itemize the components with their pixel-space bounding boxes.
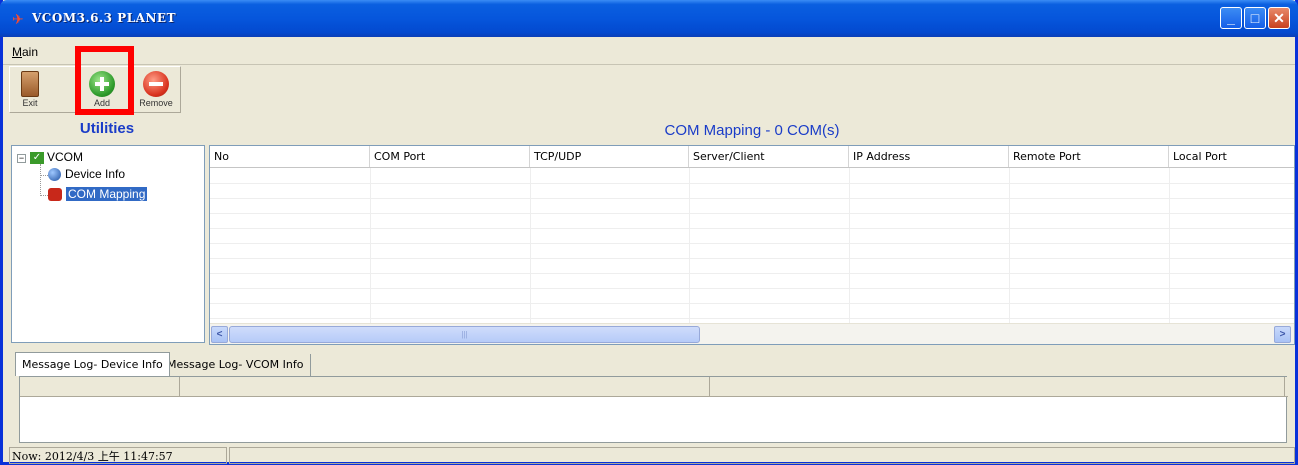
menu-bar: Main <box>3 37 1295 65</box>
plus-icon <box>89 71 115 97</box>
exit-button[interactable]: Exit <box>12 69 48 111</box>
log-column-header[interactable] <box>20 377 180 396</box>
grid-line <box>689 168 690 323</box>
toolbar: Exit Add Remove <box>9 66 181 113</box>
column-header-com-port[interactable]: COM Port <box>370 146 530 167</box>
status-now: Now: 2012/4/3 上午 11:47:57 <box>9 447 227 464</box>
tree-node-vcom[interactable]: ✓ VCOM <box>30 150 83 164</box>
horizontal-scrollbar[interactable]: < ||| > <box>210 323 1294 344</box>
table-body <box>210 168 1294 323</box>
menu-main-mnemonic: M <box>12 45 22 59</box>
tree-node-com-mapping-label: COM Mapping <box>66 187 148 201</box>
remove-label: Remove <box>139 98 173 108</box>
grid-line <box>1009 168 1010 323</box>
tree-connector <box>40 195 48 196</box>
grid-line <box>1169 168 1170 323</box>
grid-line <box>210 273 1294 274</box>
log-header <box>20 377 1288 397</box>
status-blank <box>229 447 1295 464</box>
tree-connector <box>40 175 48 176</box>
grid-line <box>210 243 1294 244</box>
com-mapping-icon <box>48 188 62 202</box>
column-header-server-client[interactable]: Server/Client <box>689 146 849 167</box>
grid-line <box>210 258 1294 259</box>
title-bar[interactable]: ✈ VCOM3.6.3 PLANET _ □ ✕ <box>0 0 1298 37</box>
close-button[interactable]: ✕ <box>1268 7 1290 29</box>
com-mapping-header: COM Mapping - 0 COM(s) <box>664 122 840 139</box>
scroll-right-icon[interactable]: > <box>1274 326 1291 343</box>
globe-icon <box>48 168 61 182</box>
window-title: VCOM3.6.3 PLANET <box>32 11 176 25</box>
tree-node-com-mapping[interactable]: COM Mapping <box>48 187 148 202</box>
com-mapping-table: No COM Port TCP/UDP Server/Client IP Add… <box>209 145 1295 345</box>
app-window: ✈ VCOM3.6.3 PLANET _ □ ✕ Main Exit Add R… <box>0 0 1298 465</box>
tab-message-log-vcom-info[interactable]: Message Log- VCOM Info <box>161 354 311 376</box>
column-header-remote-port[interactable]: Remote Port <box>1009 146 1169 167</box>
tree-connector <box>40 164 41 196</box>
tree-node-vcom-label: VCOM <box>47 150 83 164</box>
grid-line <box>210 198 1294 199</box>
checkbox-icon: ✓ <box>30 151 44 164</box>
grid-line <box>210 303 1294 304</box>
grid-line <box>530 168 531 323</box>
column-header-ip-address[interactable]: IP Address <box>849 146 1009 167</box>
tree-node-device-info-label: Device Info <box>65 167 126 181</box>
utilities-header: Utilities <box>79 120 135 137</box>
tree-expander-icon[interactable]: − <box>17 154 26 163</box>
grid-line <box>210 318 1294 319</box>
column-header-no[interactable]: No <box>210 146 370 167</box>
door-exit-icon <box>21 71 39 97</box>
menu-main-rest: ain <box>22 45 39 59</box>
tab-message-log-device-info[interactable]: Message Log- Device Info <box>15 352 170 376</box>
grid-line <box>210 183 1294 184</box>
column-header-tcp-udp[interactable]: TCP/UDP <box>530 146 689 167</box>
minus-icon <box>143 71 169 97</box>
app-logo-icon: ✈ <box>12 11 24 27</box>
log-column-header[interactable] <box>180 377 710 396</box>
status-bar: Now: 2012/4/3 上午 11:47:57 <box>9 446 1295 465</box>
grid-line <box>210 288 1294 289</box>
menu-main[interactable]: Main <box>12 45 38 59</box>
scroll-left-icon[interactable]: < <box>211 326 228 343</box>
grid-line <box>370 168 371 323</box>
exit-label: Exit <box>22 98 38 108</box>
grid-line <box>210 228 1294 229</box>
grid-line <box>849 168 850 323</box>
scroll-thumb[interactable]: ||| <box>229 326 700 343</box>
log-column-header[interactable] <box>710 377 1285 396</box>
message-log-panel <box>19 376 1288 443</box>
remove-button[interactable]: Remove <box>138 69 174 111</box>
maximize-button[interactable]: □ <box>1244 7 1266 29</box>
column-header-local-port[interactable]: Local Port <box>1169 146 1294 167</box>
grid-line <box>210 213 1294 214</box>
minimize-button[interactable]: _ <box>1220 7 1242 29</box>
tree-node-device-info[interactable]: Device Info <box>48 167 126 182</box>
utilities-tree: − ✓ VCOM Device Info COM Mapping <box>11 145 205 343</box>
table-header: No COM Port TCP/UDP Server/Client IP Add… <box>210 146 1294 168</box>
add-label: Add <box>93 98 110 108</box>
add-button[interactable]: Add <box>84 69 120 111</box>
